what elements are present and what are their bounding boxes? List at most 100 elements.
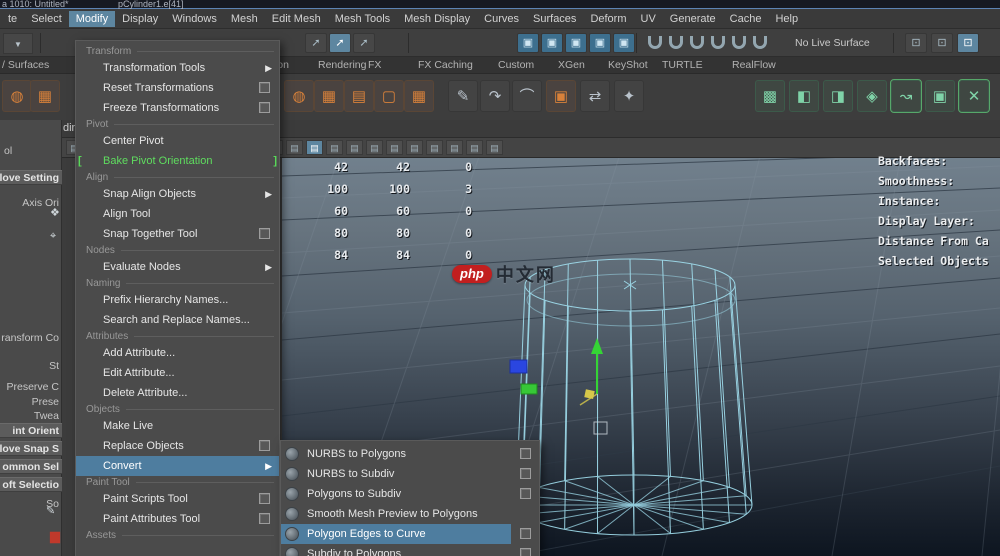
viewport-bar-icon-19[interactable]: ▤ xyxy=(446,140,463,155)
menu-windows[interactable]: Windows xyxy=(165,11,224,27)
viewport-bar-icon-17[interactable]: ▤ xyxy=(406,140,423,155)
menu-select[interactable]: Select xyxy=(24,11,69,27)
menu-item-snap-together-tool[interactable]: Snap Together Tool xyxy=(76,224,279,244)
menu-item-add-attribute-[interactable]: Add Attribute... xyxy=(76,343,279,363)
viewport-bar-icon-21[interactable]: ▤ xyxy=(486,140,503,155)
convert-item-smooth-mesh-preview-to-polygons[interactable]: Smooth Mesh Preview to Polygons xyxy=(281,504,539,524)
convert-item-subdiv-to-polygons[interactable]: Subdiv to Polygons xyxy=(281,544,539,556)
cube-tool-icon[interactable]: ▣ xyxy=(546,80,576,112)
shelf-tab-9[interactable]: RealFlow xyxy=(732,59,776,71)
viewport-bar-icon-15[interactable]: ▤ xyxy=(366,140,383,155)
viewport-bar-icon-16[interactable]: ▤ xyxy=(386,140,403,155)
menu-item-paint-scripts-tool[interactable]: Paint Scripts Tool xyxy=(76,489,279,509)
option-box[interactable] xyxy=(259,228,270,239)
menu-generate[interactable]: Generate xyxy=(663,11,723,27)
menu-deform[interactable]: Deform xyxy=(583,11,633,27)
menu-mesh[interactable]: Mesh xyxy=(224,11,265,27)
menu-item-prefix-hierarchy-names-[interactable]: Prefix Hierarchy Names... xyxy=(76,290,279,310)
convert-item-polygons-to-subdiv[interactable]: Polygons to Subdiv xyxy=(281,484,539,504)
shelf-tab-4[interactable]: FX Caching xyxy=(418,59,473,71)
menu-display[interactable]: Display xyxy=(115,11,165,27)
menu-item-transformation-tools[interactable]: Transformation Tools▶ xyxy=(76,58,279,78)
viewport-bar-icon-11[interactable]: ▤ xyxy=(286,140,303,155)
poly-grid-icon[interactable]: ▤ xyxy=(344,80,374,112)
sculpt-stamp-icon[interactable]: ▣ xyxy=(925,80,955,112)
viewport-bar-icon-18[interactable]: ▤ xyxy=(426,140,443,155)
menu-item-evaluate-nodes[interactable]: Evaluate Nodes▶ xyxy=(76,257,279,277)
shelf-tab-6[interactable]: XGen xyxy=(558,59,585,71)
menu-item-delete-attribute-[interactable]: Delete Attribute... xyxy=(76,383,279,403)
menu-item-search-and-replace-names-[interactable]: Search and Replace Names... xyxy=(76,310,279,330)
menu-mesh-tools[interactable]: Mesh Tools xyxy=(328,11,397,27)
menu-set-dropdown[interactable]: ▼ xyxy=(3,33,33,54)
menu-item-align-tool[interactable]: Align Tool xyxy=(76,204,279,224)
poly-cube-outline-icon[interactable]: ▢ xyxy=(374,80,404,112)
shelf-tab-7[interactable]: KeyShot xyxy=(608,59,648,71)
construction-history-icon[interactable]: ⊡ xyxy=(957,33,979,53)
sculpt-cube-icon[interactable]: ◈ xyxy=(857,80,887,112)
snap-view-plane-icon[interactable] xyxy=(732,36,746,49)
option-box[interactable] xyxy=(259,493,270,504)
bend-deformer-icon[interactable]: ⌒ xyxy=(512,80,542,112)
select-component-icon[interactable]: ➚ xyxy=(353,33,375,53)
sidebar-tool-icon[interactable]: ⌖ xyxy=(50,230,56,243)
snap-grid-icon[interactable] xyxy=(648,36,662,49)
option-box[interactable] xyxy=(259,102,270,113)
shelf-tab-2[interactable]: Rendering xyxy=(318,59,366,71)
menu-cache[interactable]: Cache xyxy=(723,11,769,27)
viewport-bar-icon-20[interactable]: ▤ xyxy=(466,140,483,155)
sculpt-flat-icon[interactable]: ▩ xyxy=(755,80,785,112)
option-box[interactable] xyxy=(520,448,531,459)
menu-item-freeze-transformations[interactable]: Freeze Transformations xyxy=(76,98,279,118)
mask-curves-icon[interactable]: ▣ xyxy=(565,33,587,53)
sculpt-curve-bracket-icon[interactable]: ↝ xyxy=(891,80,921,112)
convert-item-nurbs-to-polygons[interactable]: NURBS to Polygons xyxy=(281,444,539,464)
viewport-bar-icon-12[interactable]: ▤ xyxy=(306,140,323,155)
snap-point-icon[interactable] xyxy=(690,36,704,49)
option-box[interactable] xyxy=(520,468,531,479)
pencil-tool-icon[interactable]: ✎ xyxy=(448,80,478,112)
poly-plane-icon[interactable]: ▦ xyxy=(404,80,434,112)
shelf-tab-0[interactable]: / Surfaces xyxy=(2,59,49,71)
sculpt-relax-icon[interactable]: ◨ xyxy=(823,80,853,112)
viewport-bar-icon-14[interactable]: ▤ xyxy=(346,140,363,155)
menu-item-center-pivot[interactable]: Center Pivot xyxy=(76,131,279,151)
mirror-icon[interactable]: ⇄ xyxy=(580,80,610,112)
menu-mesh-display[interactable]: Mesh Display xyxy=(397,11,477,27)
input-connections-icon[interactable]: ⊡ xyxy=(905,33,927,53)
menu-surfaces[interactable]: Surfaces xyxy=(526,11,583,27)
menu-item-bake-pivot-orientation[interactable]: Bake Pivot Orientation[] xyxy=(76,151,279,171)
make-live-icon[interactable] xyxy=(753,36,767,49)
no-live-surface-field[interactable]: No Live Surface xyxy=(795,37,870,49)
shelf-tab-5[interactable]: Custom xyxy=(498,59,534,71)
option-box[interactable] xyxy=(259,82,270,93)
menu-item-edit-attribute-[interactable]: Edit Attribute... xyxy=(76,363,279,383)
curve-tool-icon[interactable]: ↷ xyxy=(480,80,510,112)
menu-modify[interactable]: Modify xyxy=(69,11,115,27)
menu-edit-mesh[interactable]: Edit Mesh xyxy=(265,11,328,27)
select-object-icon[interactable]: ➚ xyxy=(329,33,351,53)
menu-item-paint-attributes-tool[interactable]: Paint Attributes Tool xyxy=(76,509,279,529)
sculpt-smooth-icon[interactable]: ◧ xyxy=(789,80,819,112)
menu-te[interactable]: te xyxy=(1,11,24,27)
sculpt-x-bracket-icon[interactable]: ✕ xyxy=(959,80,989,112)
poly-sphere-icon[interactable]: ◍ xyxy=(2,80,32,112)
viewport-bar-icon-13[interactable]: ▤ xyxy=(326,140,343,155)
convert-item-nurbs-to-subdiv[interactable]: NURBS to Subdiv xyxy=(281,464,539,484)
option-box[interactable] xyxy=(520,528,531,539)
mask-handles-icon[interactable]: ▣ xyxy=(517,33,539,53)
option-box[interactable] xyxy=(259,513,270,524)
shelf-tab-3[interactable]: FX xyxy=(368,59,381,71)
menu-item-reset-transformations[interactable]: Reset Transformations xyxy=(76,78,279,98)
joint-icon[interactable]: ✦ xyxy=(614,80,644,112)
menu-help[interactable]: Help xyxy=(768,11,805,27)
paint-tool-icon[interactable]: ▆ xyxy=(50,528,60,544)
snap-projected-center-icon[interactable] xyxy=(711,36,725,49)
snap-curve-icon[interactable] xyxy=(669,36,683,49)
mask-deformers-icon[interactable]: ▣ xyxy=(613,33,635,53)
mask-surfaces-icon[interactable]: ▣ xyxy=(589,33,611,53)
menu-item-make-live[interactable]: Make Live xyxy=(76,416,279,436)
menu-item-snap-align-objects[interactable]: Snap Align Objects▶ xyxy=(76,184,279,204)
menu-item-replace-objects[interactable]: Replace Objects xyxy=(76,436,279,456)
option-box[interactable] xyxy=(259,440,270,451)
